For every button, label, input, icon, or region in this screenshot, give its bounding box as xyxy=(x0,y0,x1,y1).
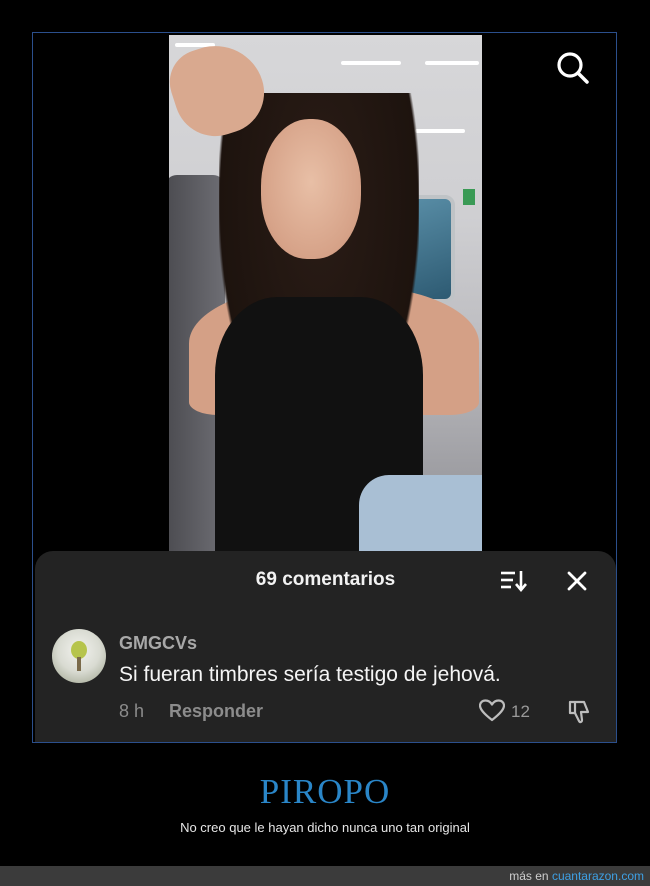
ceiling-light xyxy=(425,61,479,65)
caption-subtitle: No creo que le hayan dicho nunca uno tan… xyxy=(180,820,470,835)
person-jeans xyxy=(359,475,482,554)
close-icon[interactable] xyxy=(565,569,589,593)
exit-sign xyxy=(463,189,475,205)
comment-time: 8 h xyxy=(119,701,145,721)
caption-title: PIROPO xyxy=(259,772,391,811)
footer-bar: más en cuantarazon.com xyxy=(0,866,650,886)
post-frame: 69 comentarios GMGCVs Si fueran timbres … xyxy=(32,32,617,743)
avatar-trunk xyxy=(77,657,81,671)
footer-text: más en cuantarazon.com xyxy=(509,869,644,883)
ceiling-light xyxy=(341,61,401,65)
footer-link[interactable]: cuantarazon.com xyxy=(552,869,644,883)
comments-count-title: 69 comentarios xyxy=(255,569,396,590)
heart-icon[interactable] xyxy=(479,699,505,723)
search-icon[interactable] xyxy=(556,51,590,85)
like-count: 12 xyxy=(511,702,530,721)
ceiling-light xyxy=(415,129,465,133)
reply-button[interactable]: Responder xyxy=(169,701,263,722)
footer-prefix: más en xyxy=(509,869,552,883)
comments-panel: 69 comentarios GMGCVs Si fueran timbres … xyxy=(35,551,616,742)
video-player[interactable] xyxy=(169,35,482,554)
sort-icon[interactable] xyxy=(499,569,527,593)
person-face xyxy=(261,119,361,259)
avatar[interactable] xyxy=(52,629,106,683)
dislike-icon[interactable] xyxy=(567,699,593,725)
comment-text: Si fueran timbres sería testigo de jehov… xyxy=(119,663,501,686)
comment-username[interactable]: GMGCVs xyxy=(119,633,197,654)
